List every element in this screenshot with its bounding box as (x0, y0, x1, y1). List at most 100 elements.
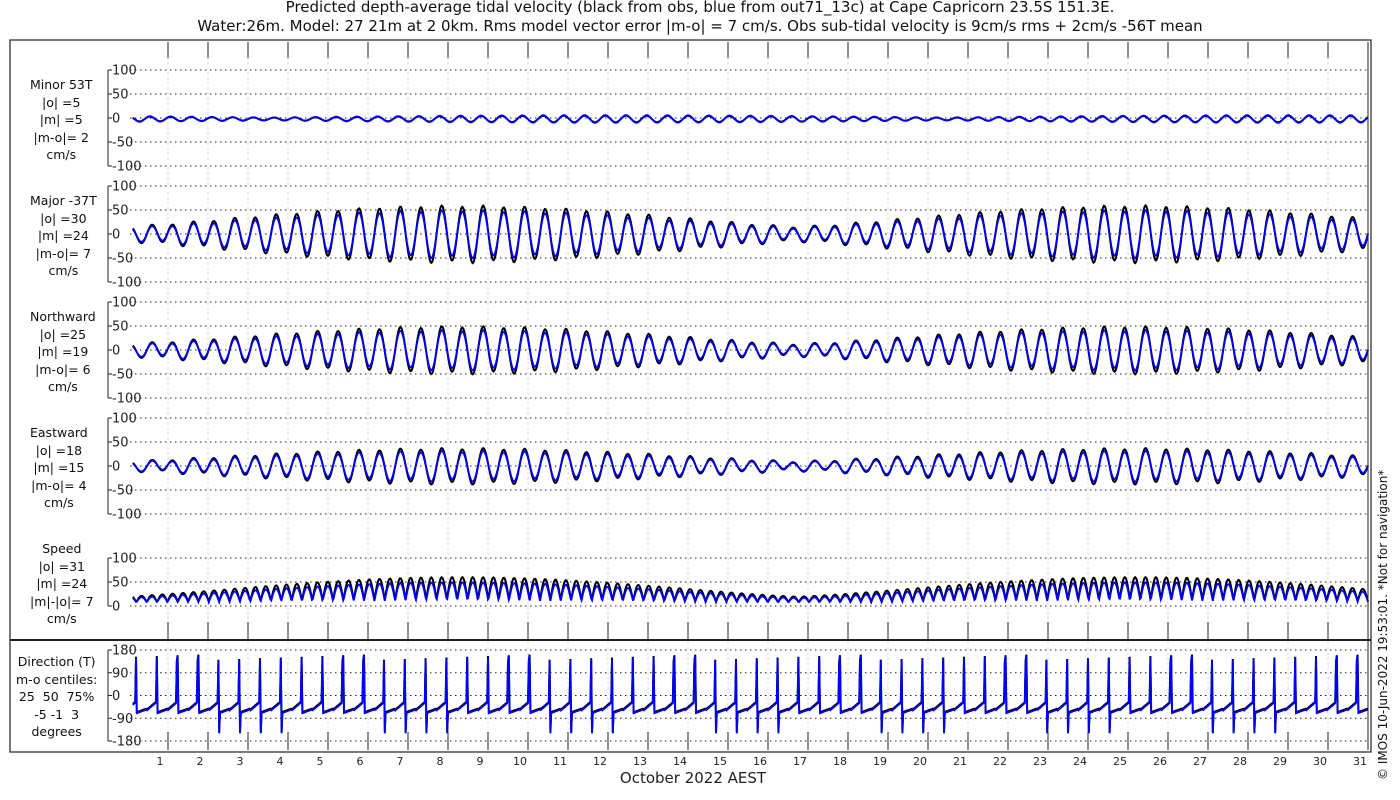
x-axis-label: October 2022 AEST (620, 769, 767, 787)
x-tick-label: 17 (793, 755, 807, 768)
panel-label-line: -5 -1 3 (34, 706, 80, 722)
panel-label-east: Eastward |o| =18 |m| =15 |m-o|= 4 cm/s (30, 424, 88, 512)
x-tick-label: 12 (593, 755, 607, 768)
panel-label-line: cm/s (48, 263, 79, 278)
y-tick-label: 50 (112, 576, 129, 591)
x-tick-label: 20 (913, 755, 927, 768)
x-tick-label: 26 (1153, 755, 1167, 768)
y-tick-label: -100 (112, 392, 142, 407)
panel-label-line: Speed (42, 541, 82, 556)
panel-label-line: cm/s (47, 379, 78, 394)
x-tick-label: 19 (873, 755, 887, 768)
chart-title-line1: Predicted depth-average tidal velocity (… (285, 0, 1115, 16)
y-tick-label: 90 (112, 666, 129, 681)
x-tick-label: 11 (553, 755, 567, 768)
panel-label-line: |m| =15 (33, 460, 85, 475)
panel-label-line: |o| =30 (40, 210, 87, 226)
panel-label-line: m-o centiles: (16, 671, 98, 687)
y-tick-label: 0 (112, 460, 120, 475)
y-tick-label: -50 (112, 368, 133, 383)
y-tick-label: -100 (112, 276, 142, 291)
panel-label-line: |o| =25 (39, 326, 87, 342)
panel-label-minor: Minor 53T |o| =5 |m| =5 |m-o|= 2 cm/s (30, 76, 92, 164)
x-tick-label: 2 (197, 755, 204, 768)
panel-label-line: Northward (30, 309, 96, 324)
x-tick-label: 24 (1073, 755, 1087, 768)
x-tick-label: 31 (1353, 755, 1367, 768)
panel-label-direction: Direction (T) m-o centiles: 25 50 75% -5 -1… (16, 653, 97, 741)
x-tick-label: 5 (317, 755, 324, 768)
x-tick-label: 8 (437, 755, 444, 768)
y-tick-label: 50 (112, 436, 129, 451)
copyright-note: © IMOS 10-Jun-2022 19:53:01. *Not for na… (1376, 469, 1390, 780)
y-tick-label: 180 (112, 644, 137, 659)
y-tick-label: 100 (112, 180, 137, 195)
y-tick-label: 50 (112, 204, 129, 219)
x-tick-label: 4 (277, 755, 284, 768)
panel-label-line: |m| =5 (39, 112, 83, 127)
x-tick-label: 10 (513, 755, 527, 768)
y-tick-label: 0 (112, 112, 120, 127)
panel-label-line: |o| =5 (42, 94, 81, 110)
panel-label-line: cm/s (46, 147, 77, 162)
series-model-direction (132, 655, 1369, 734)
y-tick-label: -180 (112, 735, 142, 750)
y-tick-label: 50 (112, 88, 129, 103)
x-tick-label: 6 (357, 755, 364, 768)
x-tick-label: 27 (1193, 755, 1207, 768)
x-tick-label: 25 (1113, 755, 1127, 768)
y-tick-label: 0 (112, 689, 120, 704)
x-tick-label: 28 (1233, 755, 1247, 768)
panel-label-line: |m-o|= 4 (31, 477, 87, 493)
series-model-minor (132, 114, 1369, 124)
y-tick-label: -50 (112, 252, 133, 267)
panel-label-north: Northward |o| =25 |m| =19 |m-o|= 6 cm/s (30, 308, 96, 396)
series-model-speed (132, 581, 1369, 605)
x-tick-label: 3 (237, 755, 244, 768)
x-tick-label: 7 (397, 755, 404, 768)
x-tick-label: 16 (753, 755, 767, 768)
x-tick-label: 29 (1273, 755, 1287, 768)
x-tick-label: 30 (1313, 755, 1327, 768)
panel-label-line: cm/s (46, 611, 77, 626)
y-tick-label: 100 (112, 552, 137, 567)
panel-label-line: |m| =24 (36, 576, 88, 591)
y-tick-label: 0 (112, 228, 120, 243)
panel-label-line: Eastward (30, 425, 88, 440)
x-tick-label: 9 (477, 755, 484, 768)
y-tick-label: 50 (112, 320, 129, 335)
panel-label-line: |m| =19 (37, 344, 89, 359)
panel-label-major: Major -37T |o| =30 |m| =24 |m-o|= 7 cm/s (30, 192, 97, 280)
panel-label-line: |o| =31 (38, 558, 86, 574)
y-tick-label: -50 (112, 136, 133, 151)
outer-frame (9, 39, 1372, 753)
panel-label-line: Direction (T) (17, 654, 96, 669)
panel-label-line: |m-o|= 6 (35, 361, 91, 377)
x-tick-label: 14 (673, 755, 687, 768)
panel-label-line: |m| =24 (37, 228, 89, 243)
y-tick-label: 0 (112, 600, 120, 615)
x-tick-label: 23 (1033, 755, 1047, 768)
x-tick-label: 1 (157, 755, 164, 768)
panel-label-line: 25 50 75% (18, 689, 95, 704)
panel-label-line: degrees (31, 724, 82, 739)
series-obs-direction (132, 654, 1369, 733)
x-tick-label: 18 (833, 755, 847, 768)
chart-title-line2: Water:26m. Model: 27 21m at 2 0km. Rms m… (197, 17, 1203, 35)
y-tick-label: 0 (112, 344, 120, 359)
y-tick-label: 100 (112, 412, 137, 427)
x-tick-label: 13 (633, 755, 647, 768)
panel-label-line: cm/s (43, 495, 74, 510)
y-tick-label: 100 (112, 296, 137, 311)
panel-label-speed: Speed |o| =31 |m| =24 |m|-|o|= 7 cm/s (30, 540, 94, 628)
x-tick-label: 15 (713, 755, 727, 768)
panel-label-line: |m-o|= 7 (35, 245, 92, 261)
x-tick-label: 22 (993, 755, 1007, 768)
tidal-velocity-chart: 1 2 3 4 5 6 7 8 9 10 11 12 13 14 15 16 17 18 19 20 21 22 23 24 2… (9, 39, 1372, 787)
y-tick-label: -100 (112, 160, 142, 175)
panel-label-line: |m|-|o|= 7 (30, 593, 94, 609)
y-tick-label: -100 (112, 508, 142, 523)
y-tick-label: -50 (112, 484, 133, 499)
y-tick-label: -90 (112, 712, 133, 727)
panel-label-line: |m-o|= 2 (33, 129, 89, 145)
